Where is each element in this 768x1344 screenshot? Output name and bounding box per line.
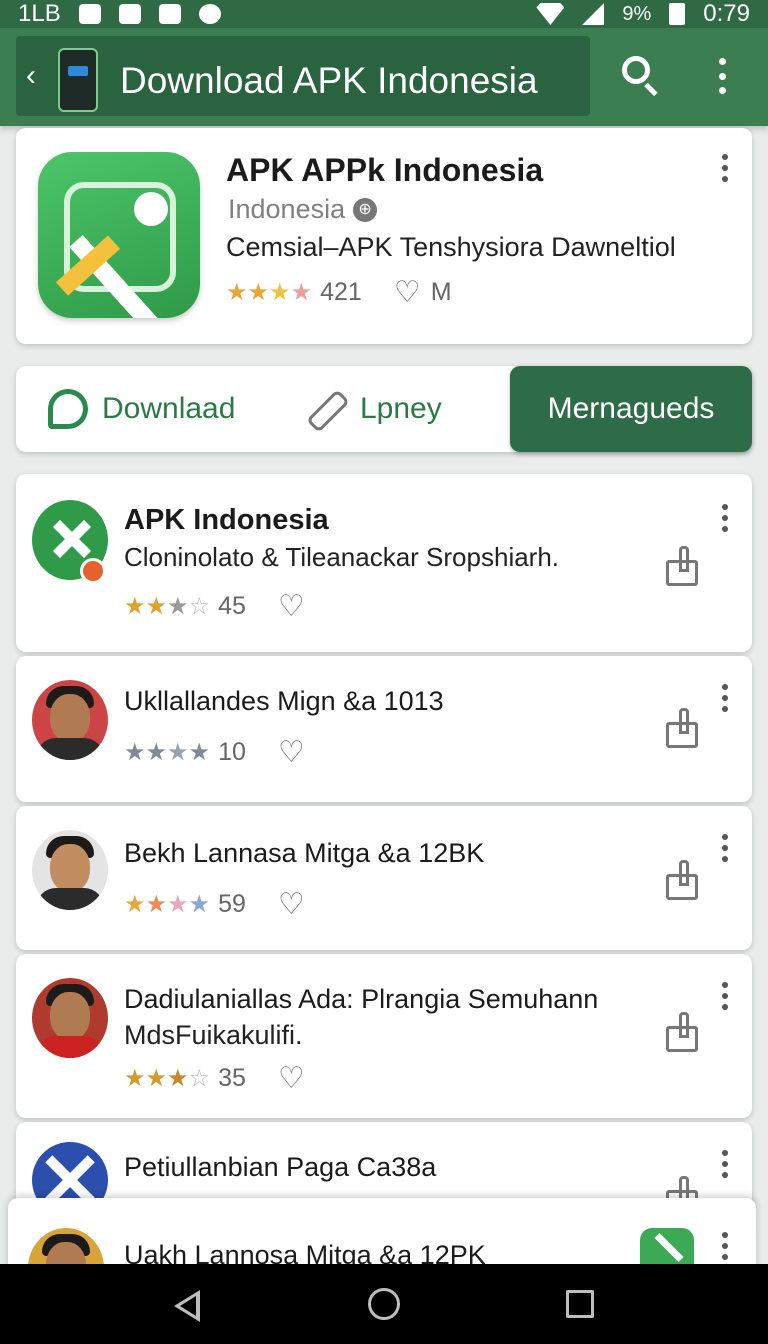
star-rating: ★ ★ ★ ★ <box>124 739 210 766</box>
rating-count: 45 <box>218 592 246 620</box>
globe-icon: ⊕ <box>353 197 378 222</box>
list-item-subtitle: Cloninolato & Tileanackar Sropshiarh. <box>124 542 560 572</box>
more-vert-icon[interactable] <box>720 154 730 182</box>
rating-count: 59 <box>218 890 246 918</box>
heart-icon[interactable]: ♡ <box>394 277 421 307</box>
list-item-subtitle: MdsFuikakulifi. <box>124 1020 303 1050</box>
list-item[interactable]: Dadiulaniallas Ada: Plrangia Semuhann Md… <box>16 954 752 1118</box>
rating-count: 421 <box>320 278 362 306</box>
chevron-down-circle-icon <box>198 4 221 24</box>
tab-label: Mernagueds <box>547 392 715 425</box>
tab-mernagueds[interactable]: Mernagueds <box>510 366 752 452</box>
avatar <box>32 978 108 1058</box>
list-item-rating: ★ ★ ★ ☆ 45 ♡ <box>124 591 305 621</box>
signal-icon <box>582 3 605 25</box>
more-vert-icon[interactable] <box>720 1232 730 1260</box>
tab-lpney[interactable]: Lpney <box>300 366 442 452</box>
star-rating: ★ ★ ★ ☆ <box>124 1065 210 1092</box>
nav-recents-icon[interactable] <box>566 1290 594 1318</box>
app-rating-row: ★ ★ ★ ★ 421 ♡ M <box>226 277 452 307</box>
image-icon <box>118 4 141 24</box>
rating-count: 10 <box>218 738 246 766</box>
back-arrow-icon[interactable]: ‹ <box>26 61 36 91</box>
page-title: Download APK Indonesia <box>120 60 538 101</box>
app-header-card[interactable]: APK APPk Indonesia Indonesia ⊕ Cemsial–A… <box>16 128 752 344</box>
share-icon[interactable] <box>666 1012 700 1052</box>
search-icon-handle <box>644 82 658 97</box>
battery-icon <box>669 3 686 25</box>
app-description: Cemsial–APK Tenshysiora Dawneltiol <box>226 232 676 262</box>
heart-icon[interactable]: ♡ <box>278 1063 305 1093</box>
star-rating: ★ ★ ★ ★ <box>124 891 210 918</box>
list-item[interactable]: APK Indonesia Cloninolato & Tileanackar … <box>16 474 752 652</box>
list-item[interactable]: Ukllallandes Mign &a 1013 ★ ★ ★ ★ 10 ♡ <box>16 656 752 802</box>
status-bar-right: 9% 0:79 <box>536 0 750 28</box>
star-rating: ★ ★ ★ ★ <box>226 279 312 306</box>
app-logo-dot <box>134 192 168 226</box>
heart-icon[interactable]: ♡ <box>278 737 305 767</box>
status-left-text: 1LB <box>18 0 61 27</box>
app-meta: M <box>430 278 452 306</box>
search-icon <box>622 56 650 84</box>
pen-icon <box>300 388 342 430</box>
list-item-title: APK Indonesia <box>124 504 329 536</box>
list-item-title: Petiullanbian Paga Ca38a <box>124 1152 437 1182</box>
tab-bar: Downlaad Lpney Mernagueds <box>16 366 752 452</box>
more-vert-icon[interactable] <box>720 504 730 532</box>
play-badge-icon <box>80 558 106 584</box>
app-subtitle-row: Indonesia ⊕ <box>228 194 378 225</box>
list-item-rating: ★ ★ ★ ☆ 35 ♡ <box>124 1063 305 1093</box>
phone-icon <box>58 48 98 112</box>
battery-percent: 9% <box>622 2 652 25</box>
more-vert-icon[interactable] <box>720 684 730 712</box>
tab-label: Downlaad <box>102 392 236 425</box>
heart-icon[interactable]: ♡ <box>278 889 305 919</box>
list-item-rating: ★ ★ ★ ★ 59 ♡ <box>124 889 305 919</box>
tab-download[interactable]: Downlaad <box>48 366 235 452</box>
app-title: APK APPk Indonesia <box>226 152 544 188</box>
chat-icon <box>48 389 88 429</box>
app-bar: ‹ Download APK Indonesia <box>0 28 768 126</box>
app-logo <box>38 152 200 318</box>
apk-app-icon <box>640 1228 694 1268</box>
more-vert-icon[interactable] <box>720 1150 730 1178</box>
wifi-icon <box>536 3 565 25</box>
list-item-rating: ★ ★ ★ ★ 10 ♡ <box>124 737 305 767</box>
list-item-title: Ukllallandes Mign &a 1013 <box>124 686 444 716</box>
list-item-title: Bekh Lannasa Mitga &a 12BK <box>124 838 485 868</box>
nav-home-icon[interactable] <box>368 1288 400 1320</box>
avatar <box>32 830 108 910</box>
app-bar-title-area[interactable]: ‹ Download APK Indonesia <box>16 36 590 116</box>
share-icon[interactable] <box>666 708 700 748</box>
share-icon[interactable] <box>666 860 700 900</box>
heart-icon[interactable]: ♡ <box>278 591 305 621</box>
more-vert-icon[interactable] <box>716 58 728 94</box>
sd-card-icon <box>78 4 101 24</box>
star-rating: ★ ★ ★ ☆ <box>124 593 210 620</box>
more-vert-icon[interactable] <box>720 834 730 862</box>
system-nav-bar <box>0 1264 768 1344</box>
share-icon[interactable] <box>666 546 700 586</box>
status-bar-left: 1LB <box>18 0 221 28</box>
tab-label: Lpney <box>360 392 442 425</box>
more-vert-icon[interactable] <box>720 982 730 1010</box>
nav-back-icon[interactable] <box>174 1290 200 1322</box>
status-time: 0:79 <box>703 0 750 27</box>
search-button[interactable] <box>618 54 662 98</box>
status-bar: 1LB 9% 0:79 <box>0 0 768 28</box>
avatar <box>32 680 108 760</box>
list-item[interactable]: Bekh Lannasa Mitga &a 12BK ★ ★ ★ ★ 59 ♡ <box>16 806 752 950</box>
notification-icon <box>158 4 181 24</box>
app-subtitle: Indonesia <box>228 194 346 224</box>
list-item-title: Dadiulaniallas Ada: Plrangia Semuhann <box>124 984 599 1014</box>
rating-count: 35 <box>218 1064 246 1092</box>
